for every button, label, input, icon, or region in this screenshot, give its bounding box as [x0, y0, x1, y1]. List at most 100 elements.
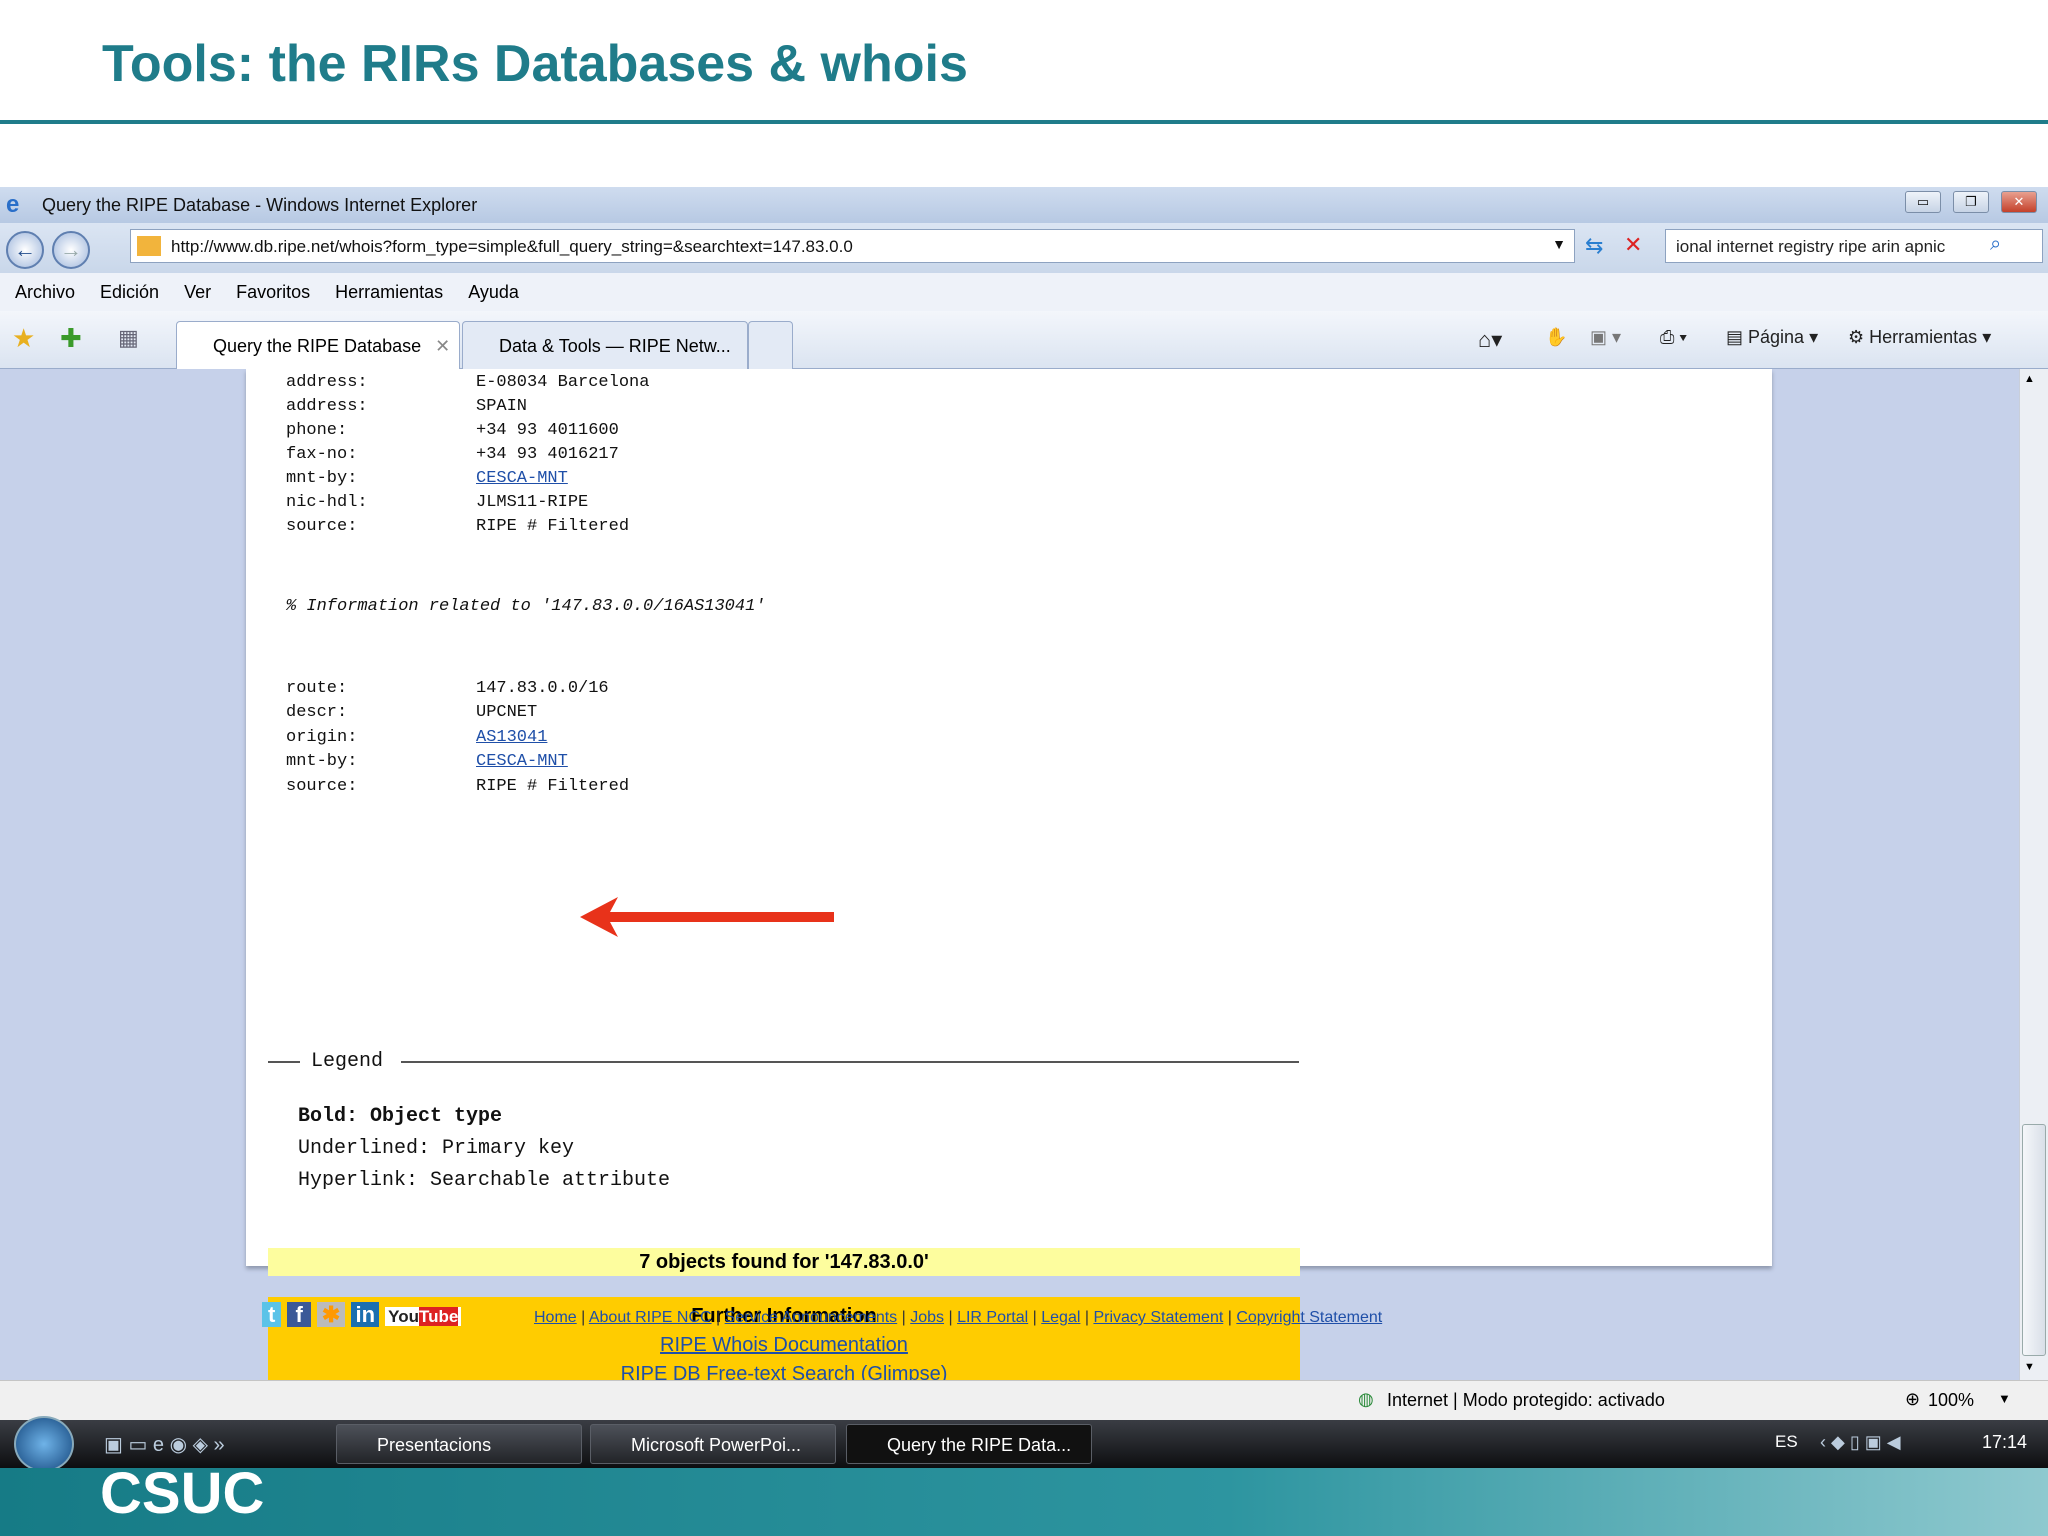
scroll-up-arrow[interactable]: ▲: [2024, 373, 2035, 385]
attribute-value[interactable]: CESCA-MNT: [476, 469, 568, 488]
objects-found-bar: 7 objects found for '147.83.0.0': [268, 1248, 1300, 1276]
close-button[interactable]: ✕: [2001, 191, 2037, 213]
home-icon[interactable]: ⌂▾: [1478, 327, 1502, 353]
attribute-name: source:: [286, 517, 358, 536]
csuc-logo: CSUC: [100, 1461, 265, 1526]
restore-button[interactable]: ❐: [1953, 191, 1989, 213]
glimpse-search-link[interactable]: RIPE DB Free-text Search (Glimpse): [621, 1363, 948, 1380]
red-arrow-annotation: [580, 897, 834, 937]
tray-icons[interactable]: ‹ ◆ ▯ ▣ ◀: [1820, 1432, 1901, 1453]
tab-row: ★ ✚ ▦ Query the RIPE Database ✕ Data & To…: [0, 311, 2048, 369]
page-menu[interactable]: ▤ Página ▾: [1726, 327, 1818, 348]
refresh-icon[interactable]: ⇆: [1585, 233, 1603, 259]
footer-link[interactable]: Legal: [1041, 1309, 1080, 1326]
legend-rule-right: [401, 1061, 1299, 1063]
menu-ayuda[interactable]: Ayuda: [468, 282, 519, 303]
attribute-name: mnt-by:: [286, 469, 358, 488]
page-menu-label: Página: [1748, 327, 1805, 347]
address-bar[interactable]: http://www.db.ripe.net/whois?form_type=s…: [130, 229, 1575, 263]
new-tab-button[interactable]: [748, 321, 793, 369]
window-title: Query the RIPE Database - Windows Intern…: [42, 195, 478, 215]
footer-link[interactable]: About RIPE NCC: [589, 1309, 712, 1326]
scroll-down-arrow[interactable]: ▼: [2024, 1361, 2035, 1373]
slide-footer-banner: CSUC: [0, 1461, 2048, 1536]
whois-row: nic-hdl: JLMS11-RIPE: [286, 493, 588, 512]
whois-row: origin: AS13041: [286, 727, 547, 747]
quick-tabs-icon[interactable]: ▦: [118, 325, 139, 351]
vertical-scrollbar[interactable]: ▲ ▼: [2019, 369, 2048, 1380]
search-icon[interactable]: ⌕: [1990, 233, 2001, 256]
whois-row: source: RIPE # Filtered: [286, 517, 629, 536]
legend-bold: Bold: Object type: [298, 1105, 503, 1128]
separator: |: [1080, 1309, 1094, 1326]
footer-link[interactable]: LIR Portal: [957, 1309, 1028, 1326]
quick-launch-icons[interactable]: ▣ ▭ e ◉ ◈ »: [104, 1432, 225, 1457]
whois-row: source: RIPE # Filtered: [286, 777, 629, 796]
attribute-value: RIPE # Filtered: [476, 517, 630, 536]
page-viewport: address: E-08034 Barcelona address: SPAIN ph…: [0, 369, 2019, 1380]
language-indicator[interactable]: ES: [1775, 1432, 1798, 1452]
stop-icon[interactable]: ✕: [1624, 232, 1642, 258]
tab-data-tools[interactable]: Data & Tools — RIPE Netw...: [462, 321, 748, 369]
forward-button[interactable]: →: [52, 231, 90, 269]
attribute-value: UPCNET: [476, 703, 538, 723]
chevron-down-icon[interactable]: ▼: [1552, 236, 1566, 252]
taskbar-item-powerpoint[interactable]: Microsoft PowerPoi...: [590, 1424, 836, 1464]
attribute-value: +34 93 4016217: [476, 445, 619, 464]
favorites-star-icon[interactable]: ★: [12, 323, 35, 354]
separator: |: [897, 1309, 911, 1326]
menu-bar: Archivo Edición Ver Favoritos Herramientas Ay…: [0, 273, 2048, 311]
footer-link[interactable]: Copyright Statement: [1236, 1309, 1382, 1326]
address-row: ← → http://www.db.ripe.net/whois?form_ty…: [0, 223, 2048, 273]
taskbar-item-presentacions[interactable]: Presentacions: [336, 1424, 582, 1464]
twitter-icon[interactable]: t: [262, 1302, 282, 1327]
menu-ver[interactable]: Ver: [184, 282, 211, 303]
menu-edicion[interactable]: Edición: [100, 282, 159, 303]
zoom-icon[interactable]: ⊕: [1905, 1389, 1920, 1410]
security-zone: Internet | Modo protegido: activado: [1387, 1390, 1665, 1410]
zoom-level[interactable]: 100%: [1928, 1390, 1974, 1411]
attribute-name: mnt-by:: [286, 752, 358, 772]
zoom-dropdown-icon[interactable]: ▼: [1998, 1391, 2011, 1406]
whois-row: mnt-by: CESCA-MNT: [286, 752, 568, 772]
footer-link[interactable]: Privacy Statement: [1093, 1309, 1223, 1326]
attribute-value: SPAIN: [476, 397, 528, 416]
footer-link[interactable]: Home: [534, 1309, 577, 1326]
ie-icon: e: [6, 191, 20, 218]
attribute-name: origin:: [286, 727, 358, 747]
feeds-icon[interactable]: ▣ ▾: [1590, 327, 1621, 348]
attribute-value[interactable]: AS13041: [476, 728, 547, 747]
url-text: http://www.db.ripe.net/whois?form_type=s…: [171, 237, 853, 256]
search-input[interactable]: ional internet registry ripe arin apnic: [1665, 229, 2043, 263]
attribute-name: address:: [286, 397, 368, 416]
whois-result-page: address: E-08034 Barcelona address: SPAIN ph…: [246, 369, 1772, 1380]
linkedin-icon[interactable]: in: [351, 1302, 380, 1327]
footer-link[interactable]: Service Announcements: [725, 1309, 898, 1326]
menu-herramientas[interactable]: Herramientas: [335, 282, 443, 303]
facebook-icon[interactable]: f: [287, 1302, 311, 1327]
whois-docs-link[interactable]: RIPE Whois Documentation: [660, 1334, 908, 1356]
tab-query-ripe[interactable]: Query the RIPE Database ✕: [176, 321, 460, 369]
scrollbar-thumb[interactable]: [2022, 1124, 2046, 1356]
attribute-name: descr:: [286, 703, 348, 723]
separator: |: [1028, 1309, 1042, 1326]
footer-link[interactable]: Jobs: [910, 1309, 944, 1326]
menu-favoritos[interactable]: Favoritos: [236, 282, 310, 303]
close-tab-icon[interactable]: ✕: [435, 336, 450, 356]
youtube-icon[interactable]: YouTube: [385, 1307, 462, 1326]
taskbar-item-ie[interactable]: Query the RIPE Data...: [846, 1424, 1092, 1464]
attribute-name: address:: [286, 373, 368, 392]
rss-icon[interactable]: ✱: [316, 1302, 346, 1327]
tools-menu[interactable]: ⚙ Herramientas ▾: [1848, 327, 1991, 348]
print-icon[interactable]: ⎙ ▾: [1660, 327, 1687, 348]
taskbar-label: Microsoft PowerPoi...: [631, 1435, 802, 1455]
start-button[interactable]: [14, 1416, 74, 1472]
whois-row: address: SPAIN: [286, 397, 527, 416]
whois-row: phone: +34 93 4011600: [286, 421, 619, 440]
menu-archivo[interactable]: Archivo: [15, 282, 75, 303]
hand-icon[interactable]: ✋: [1545, 327, 1567, 348]
back-button[interactable]: ←: [6, 231, 44, 269]
attribute-value[interactable]: CESCA-MNT: [476, 752, 568, 771]
minimize-button[interactable]: ▭: [1905, 191, 1941, 213]
add-favorite-icon[interactable]: ✚: [60, 323, 82, 354]
